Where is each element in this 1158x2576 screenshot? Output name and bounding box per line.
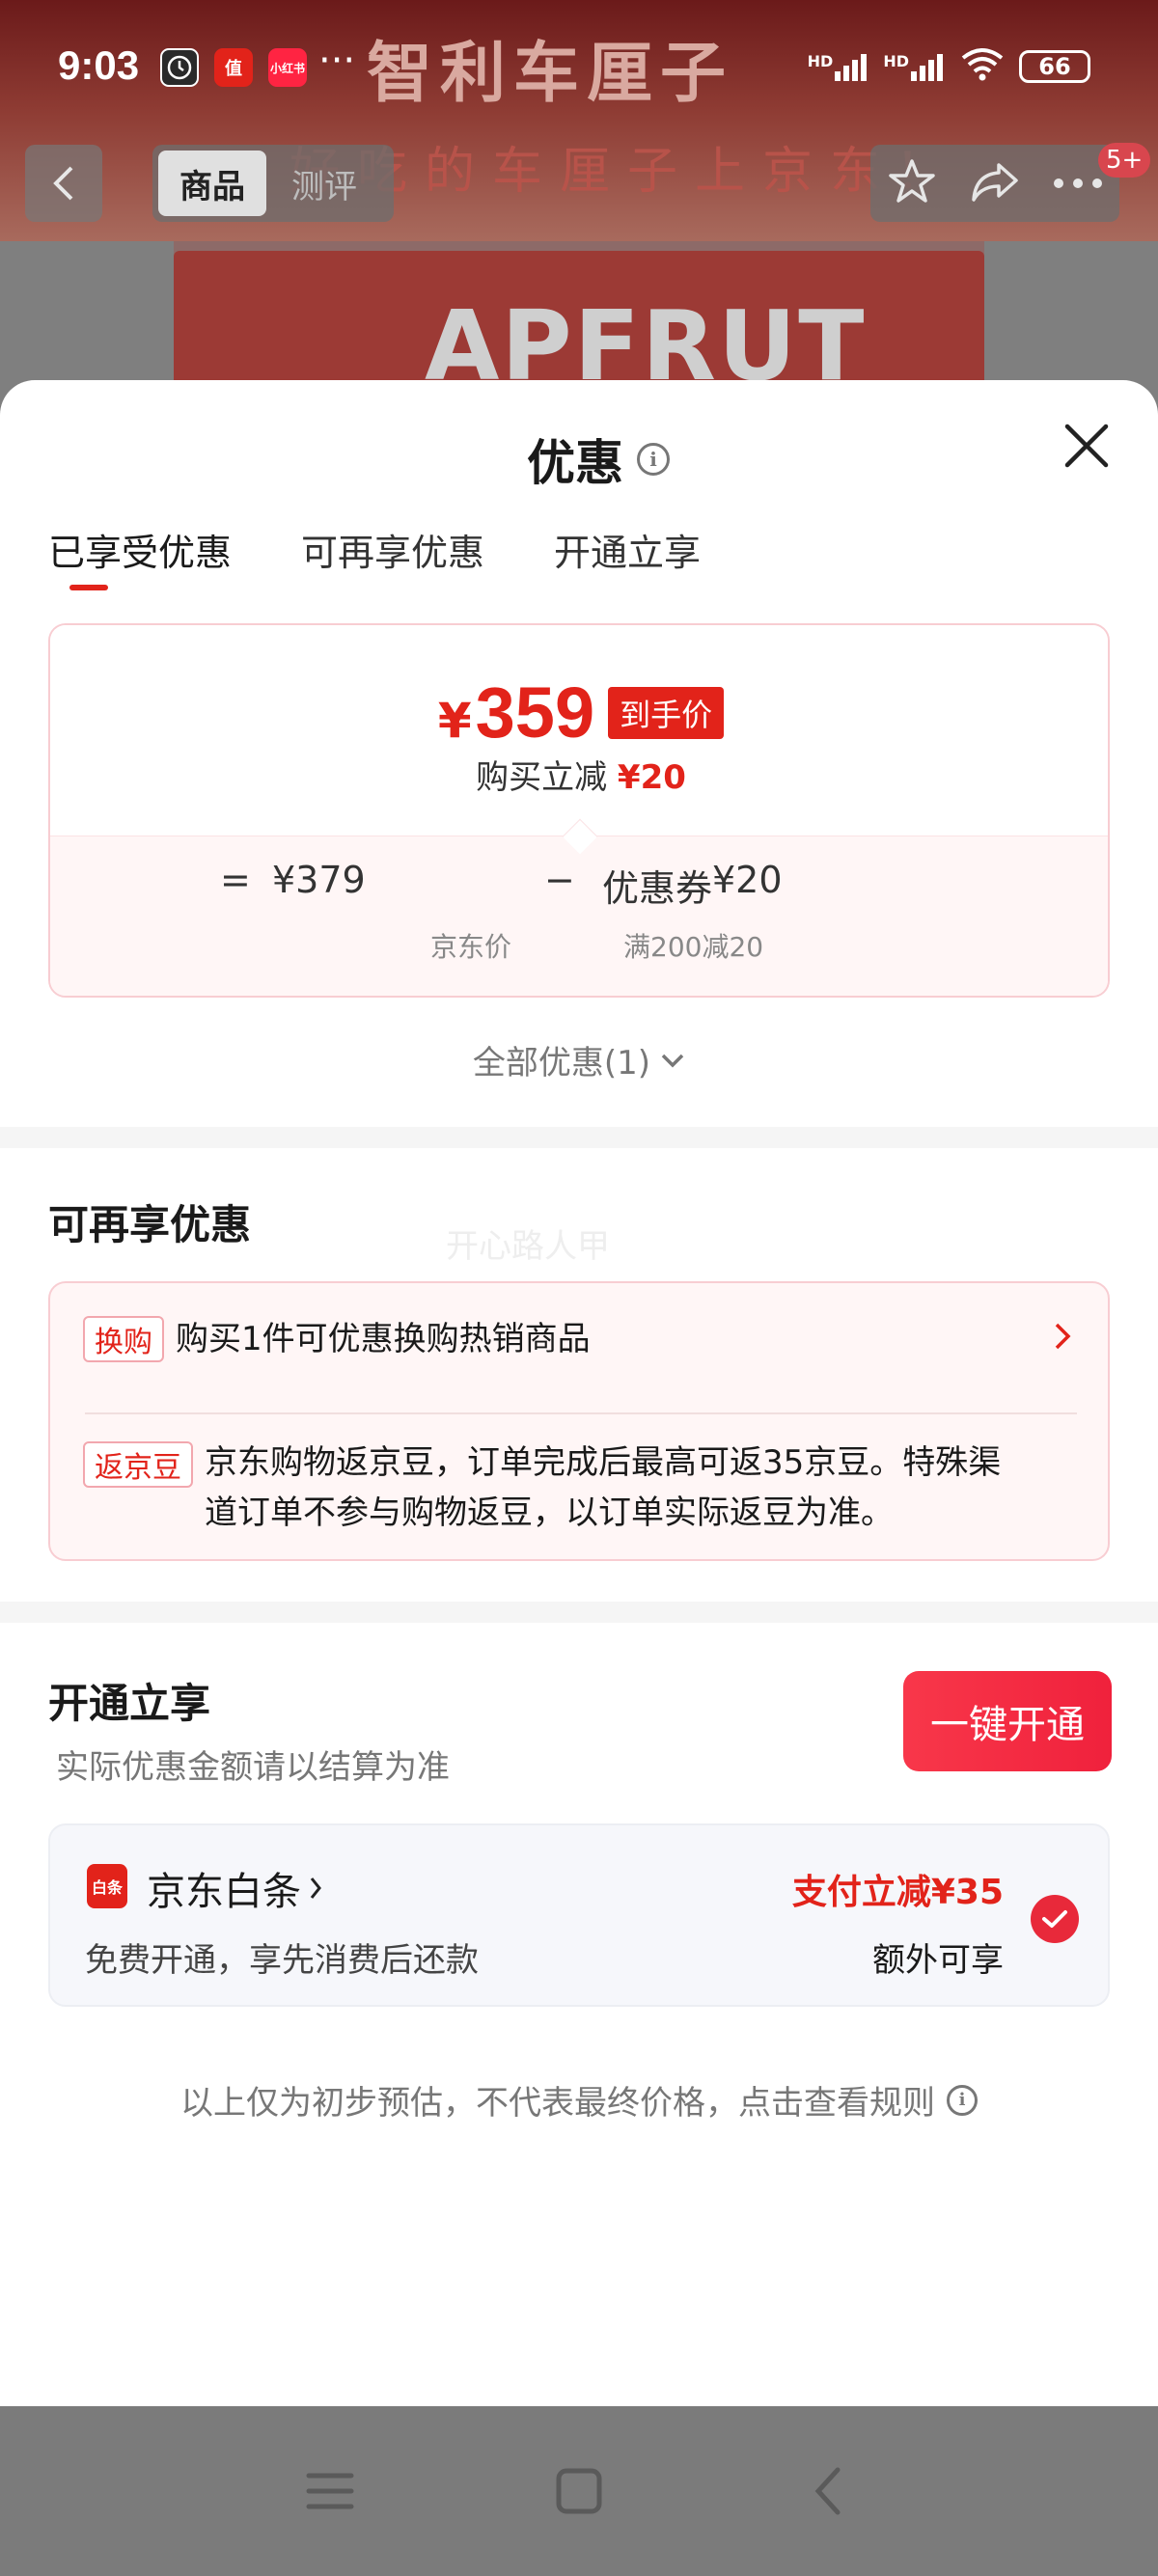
original-price-caption: 京东价 (430, 931, 512, 963)
baitiao-pay-discount: 支付立减¥35 (791, 1873, 1004, 1912)
share-icon[interactable] (970, 159, 1020, 207)
signal-1-icon: HD (808, 52, 870, 81)
sheet-title-group: 优惠 i (527, 425, 670, 494)
baitiao-name[interactable]: 京东白条 (147, 1860, 322, 1916)
baitiao-name-label: 京东白条 (147, 1870, 301, 1914)
open-enjoy-title: 开通立享 (48, 1680, 211, 1727)
row-divider (85, 1412, 1077, 1414)
baitiao-checkbox[interactable] (1031, 1895, 1079, 1943)
section-divider (0, 1602, 1158, 1623)
section-divider (0, 1127, 1158, 1148)
product-tabs: 商品 测评 (152, 145, 394, 222)
system-nav-bar (0, 2406, 1158, 2576)
coupon-caption: 满200减20 (623, 931, 764, 963)
instant-discount-amount: ¥20 (617, 758, 686, 797)
minus-sign: − (544, 859, 575, 901)
all-discounts-toggle[interactable]: 全部优惠(1) (0, 1036, 1158, 1083)
back-button[interactable] (25, 145, 102, 222)
one-click-open-button[interactable]: 一键开通 (903, 1671, 1112, 1771)
tab-review[interactable]: 测评 (266, 151, 382, 216)
disclaimer-text: 以上仅为初步预估，不代表最终价格，点击查看规则 (180, 2084, 935, 2123)
wifi-icon (959, 46, 1006, 87)
instant-discount: 购买立减 ¥20 (50, 751, 1108, 798)
coupon-label: 优惠券 (602, 867, 713, 910)
baitiao-desc: 免费开通，享先消费后还款 (85, 1941, 479, 1980)
signal-2-icon: HD (883, 52, 946, 81)
back-nav-icon[interactable] (801, 2462, 859, 2520)
active-tab-indicator (69, 585, 108, 590)
discount-tabs: 已享受优惠 可再享优惠 开通立享 (48, 523, 701, 599)
chevron-right-icon (310, 1877, 321, 1899)
disclaimer[interactable]: 以上仅为初步预估，不代表最终价格，点击查看规则 i (0, 2076, 1158, 2124)
more-discounts-card: 换购 购买1件可优惠换购热销商品 返京豆 京东购物返京豆，订单完成后最高可返35… (48, 1281, 1110, 1561)
message-badge: 5+ (1098, 143, 1151, 178)
user-watermark: 开心路人甲 (446, 1227, 610, 1266)
trade-in-text: 购买1件可优惠换购热销商品 (176, 1320, 591, 1358)
final-price-tag: 到手价 (608, 686, 725, 739)
baitiao-logo-icon: 白条 (87, 1864, 127, 1908)
battery-icon: 66 (1019, 50, 1090, 83)
status-indicators: HD HD 66 (808, 46, 1090, 87)
price-value: 359 (475, 672, 595, 753)
checkmark-icon (1042, 1910, 1067, 1928)
more-menu-icon[interactable] (1053, 175, 1103, 193)
jingdou-tag: 返京豆 (83, 1441, 193, 1488)
status-bar: 9:03 值 小红书 ··· HD HD 66 (0, 0, 1158, 135)
favorite-star-icon[interactable] (887, 157, 937, 209)
close-button[interactable] (1060, 419, 1114, 473)
status-time: 9:03 (58, 42, 140, 88)
product-actions (870, 145, 1119, 222)
chevron-left-icon (53, 166, 73, 201)
instant-discount-label: 购买立减 (476, 758, 608, 797)
original-price: ¥379 (272, 859, 366, 901)
coupon-amount: ¥20 (712, 859, 783, 901)
xiaohongshu-app-icon: 小红书 (268, 48, 307, 87)
baitiao-extra: 额外可享 (872, 1941, 1004, 1980)
open-enjoy-note: 实际优惠金额请以结算为准 (56, 1748, 450, 1787)
tab-more-available[interactable]: 可再享优惠 (301, 523, 484, 599)
baitiao-card[interactable]: 白条 京东白条 免费开通，享先消费后还款 支付立减¥35 额外可享 (48, 1823, 1110, 2007)
discount-sheet: 优惠 i 已享受优惠 可再享优惠 开通立享 ¥ 359 到手价 购买立减 ¥20… (0, 380, 1158, 2406)
equals-sign: = (220, 859, 251, 901)
more-discounts-title: 可再享优惠 (48, 1201, 252, 1248)
chevron-down-icon (661, 1054, 684, 1067)
tab-open-enjoy[interactable]: 开通立享 (554, 523, 701, 599)
rules-info-icon: i (947, 2084, 978, 2116)
price-card: ¥ 359 到手价 购买立减 ¥20 = ¥379 − 优惠券 ¥20 京东价 … (48, 623, 1110, 998)
jingdou-text-line2: 道订单不参与购物返豆，以订单实际返豆为准。 (205, 1494, 894, 1532)
chevron-right-icon (1054, 1322, 1071, 1355)
final-price: ¥ 359 到手价 (50, 671, 1108, 754)
clock-app-icon (160, 48, 199, 87)
trade-in-tag: 换购 (83, 1316, 164, 1362)
price-currency: ¥ (437, 693, 472, 749)
close-icon (1064, 424, 1109, 468)
home-icon[interactable] (550, 2462, 608, 2520)
info-icon[interactable]: i (637, 443, 670, 476)
all-discounts-label: 全部优惠(1) (472, 1044, 651, 1082)
menu-icon[interactable] (301, 2462, 359, 2520)
jingdou-text-line1: 京东购物返京豆，订单完成后最高可返35京豆。特殊渠 (205, 1443, 1002, 1482)
more-notifications-icon: ··· (318, 39, 356, 83)
smzdm-app-icon: 值 (214, 48, 253, 87)
sheet-title: 优惠 (527, 435, 623, 491)
tab-product[interactable]: 商品 (158, 151, 266, 216)
